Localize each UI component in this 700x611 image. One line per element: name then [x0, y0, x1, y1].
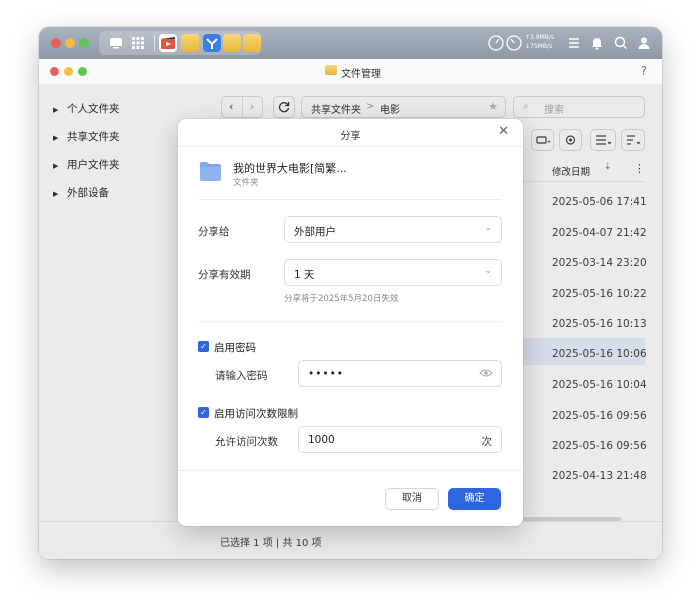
minimize-dot[interactable] [65, 38, 75, 48]
user-icon[interactable] [635, 34, 653, 52]
access-limit-value: 1000 [308, 434, 335, 446]
password-checkbox[interactable]: ✓ [198, 341, 209, 352]
close-icon[interactable]: ✕ [498, 124, 509, 139]
taskbar: ↑3.9MB/s ↓75MB/s [39, 27, 662, 59]
access-limit-checkbox-label[interactable]: 启用访问次数限制 [214, 406, 298, 421]
chevron-down-icon: ⌄ [484, 266, 492, 276]
expiry-value: 1 天 [294, 269, 315, 281]
dock-separator [154, 35, 155, 51]
eye-icon[interactable] [479, 367, 493, 382]
password-value: ••••• [308, 368, 344, 380]
control-panel-icon[interactable] [565, 34, 583, 52]
password-field[interactable]: ••••• [298, 360, 502, 387]
share-to-label: 分享给 [198, 226, 230, 238]
divider [199, 199, 502, 200]
access-limit-field[interactable]: 1000 次 [298, 426, 502, 453]
password-label: 请输入密码 [215, 370, 268, 382]
folder-icon [325, 65, 337, 75]
password-checkbox-label[interactable]: 启用密码 [214, 340, 256, 355]
desktop-icon[interactable] [107, 34, 125, 52]
app-grid-icon[interactable] [129, 34, 147, 52]
app-dock [99, 31, 261, 55]
expiry-hint: 分享将于2025年5月20日失效 [284, 294, 399, 304]
search-icon[interactable] [612, 34, 630, 52]
folder-app-icon[interactable] [223, 34, 241, 52]
divider [178, 470, 523, 471]
help-icon[interactable]: ? [641, 64, 647, 78]
bell-icon[interactable] [588, 34, 606, 52]
shared-file-name: 我的世界大电影[简繁... [233, 162, 347, 175]
cpu-icon[interactable] [487, 34, 505, 52]
access-limit-label: 允许访问次数 [215, 436, 278, 448]
folder-app-icon-2[interactable] [243, 34, 261, 52]
maximize-dot[interactable] [79, 38, 89, 48]
access-limit-checkbox[interactable]: ✓ [198, 407, 209, 418]
fm-maximize-dot[interactable] [78, 67, 87, 76]
share-to-select[interactable]: 外部用户 ⌄ [284, 216, 502, 243]
dialog-title: 分享 [340, 131, 361, 142]
expiry-label: 分享有效期 [198, 269, 251, 281]
access-limit-unit: 次 [481, 436, 493, 448]
video-app-icon[interactable] [159, 34, 177, 52]
chevron-down-icon: ⌄ [484, 223, 492, 233]
window-title: 文件管理 [341, 69, 381, 80]
transfer-app-icon[interactable] [203, 34, 221, 52]
network-speed: ↑3.9MB/s ↓75MB/s [525, 33, 554, 51]
fm-close-dot[interactable] [50, 67, 59, 76]
file-manager-titlebar: 文件管理 ? [39, 59, 662, 85]
share-to-value: 外部用户 [294, 226, 336, 238]
fm-minimize-dot[interactable] [64, 67, 73, 76]
divider [199, 321, 502, 322]
close-dot[interactable] [51, 38, 61, 48]
share-dialog: 分享 ✕ 我的世界大电影[简繁... 文件夹 分享给 外部用户 ⌄ 分享有效期 … [178, 119, 523, 526]
upload-speed: 3.9MB/s [530, 34, 555, 41]
expiry-select[interactable]: 1 天 ⌄ [284, 259, 502, 286]
confirm-button[interactable]: 确定 [448, 488, 501, 510]
download-speed: 75MB/s [530, 43, 553, 50]
file-manager-app-icon[interactable] [181, 34, 199, 52]
shared-file-type: 文件夹 [233, 178, 259, 188]
cancel-button[interactable]: 取消 [385, 488, 439, 510]
divider [178, 146, 523, 147]
ram-icon[interactable] [505, 34, 523, 52]
folder-icon [200, 162, 221, 181]
